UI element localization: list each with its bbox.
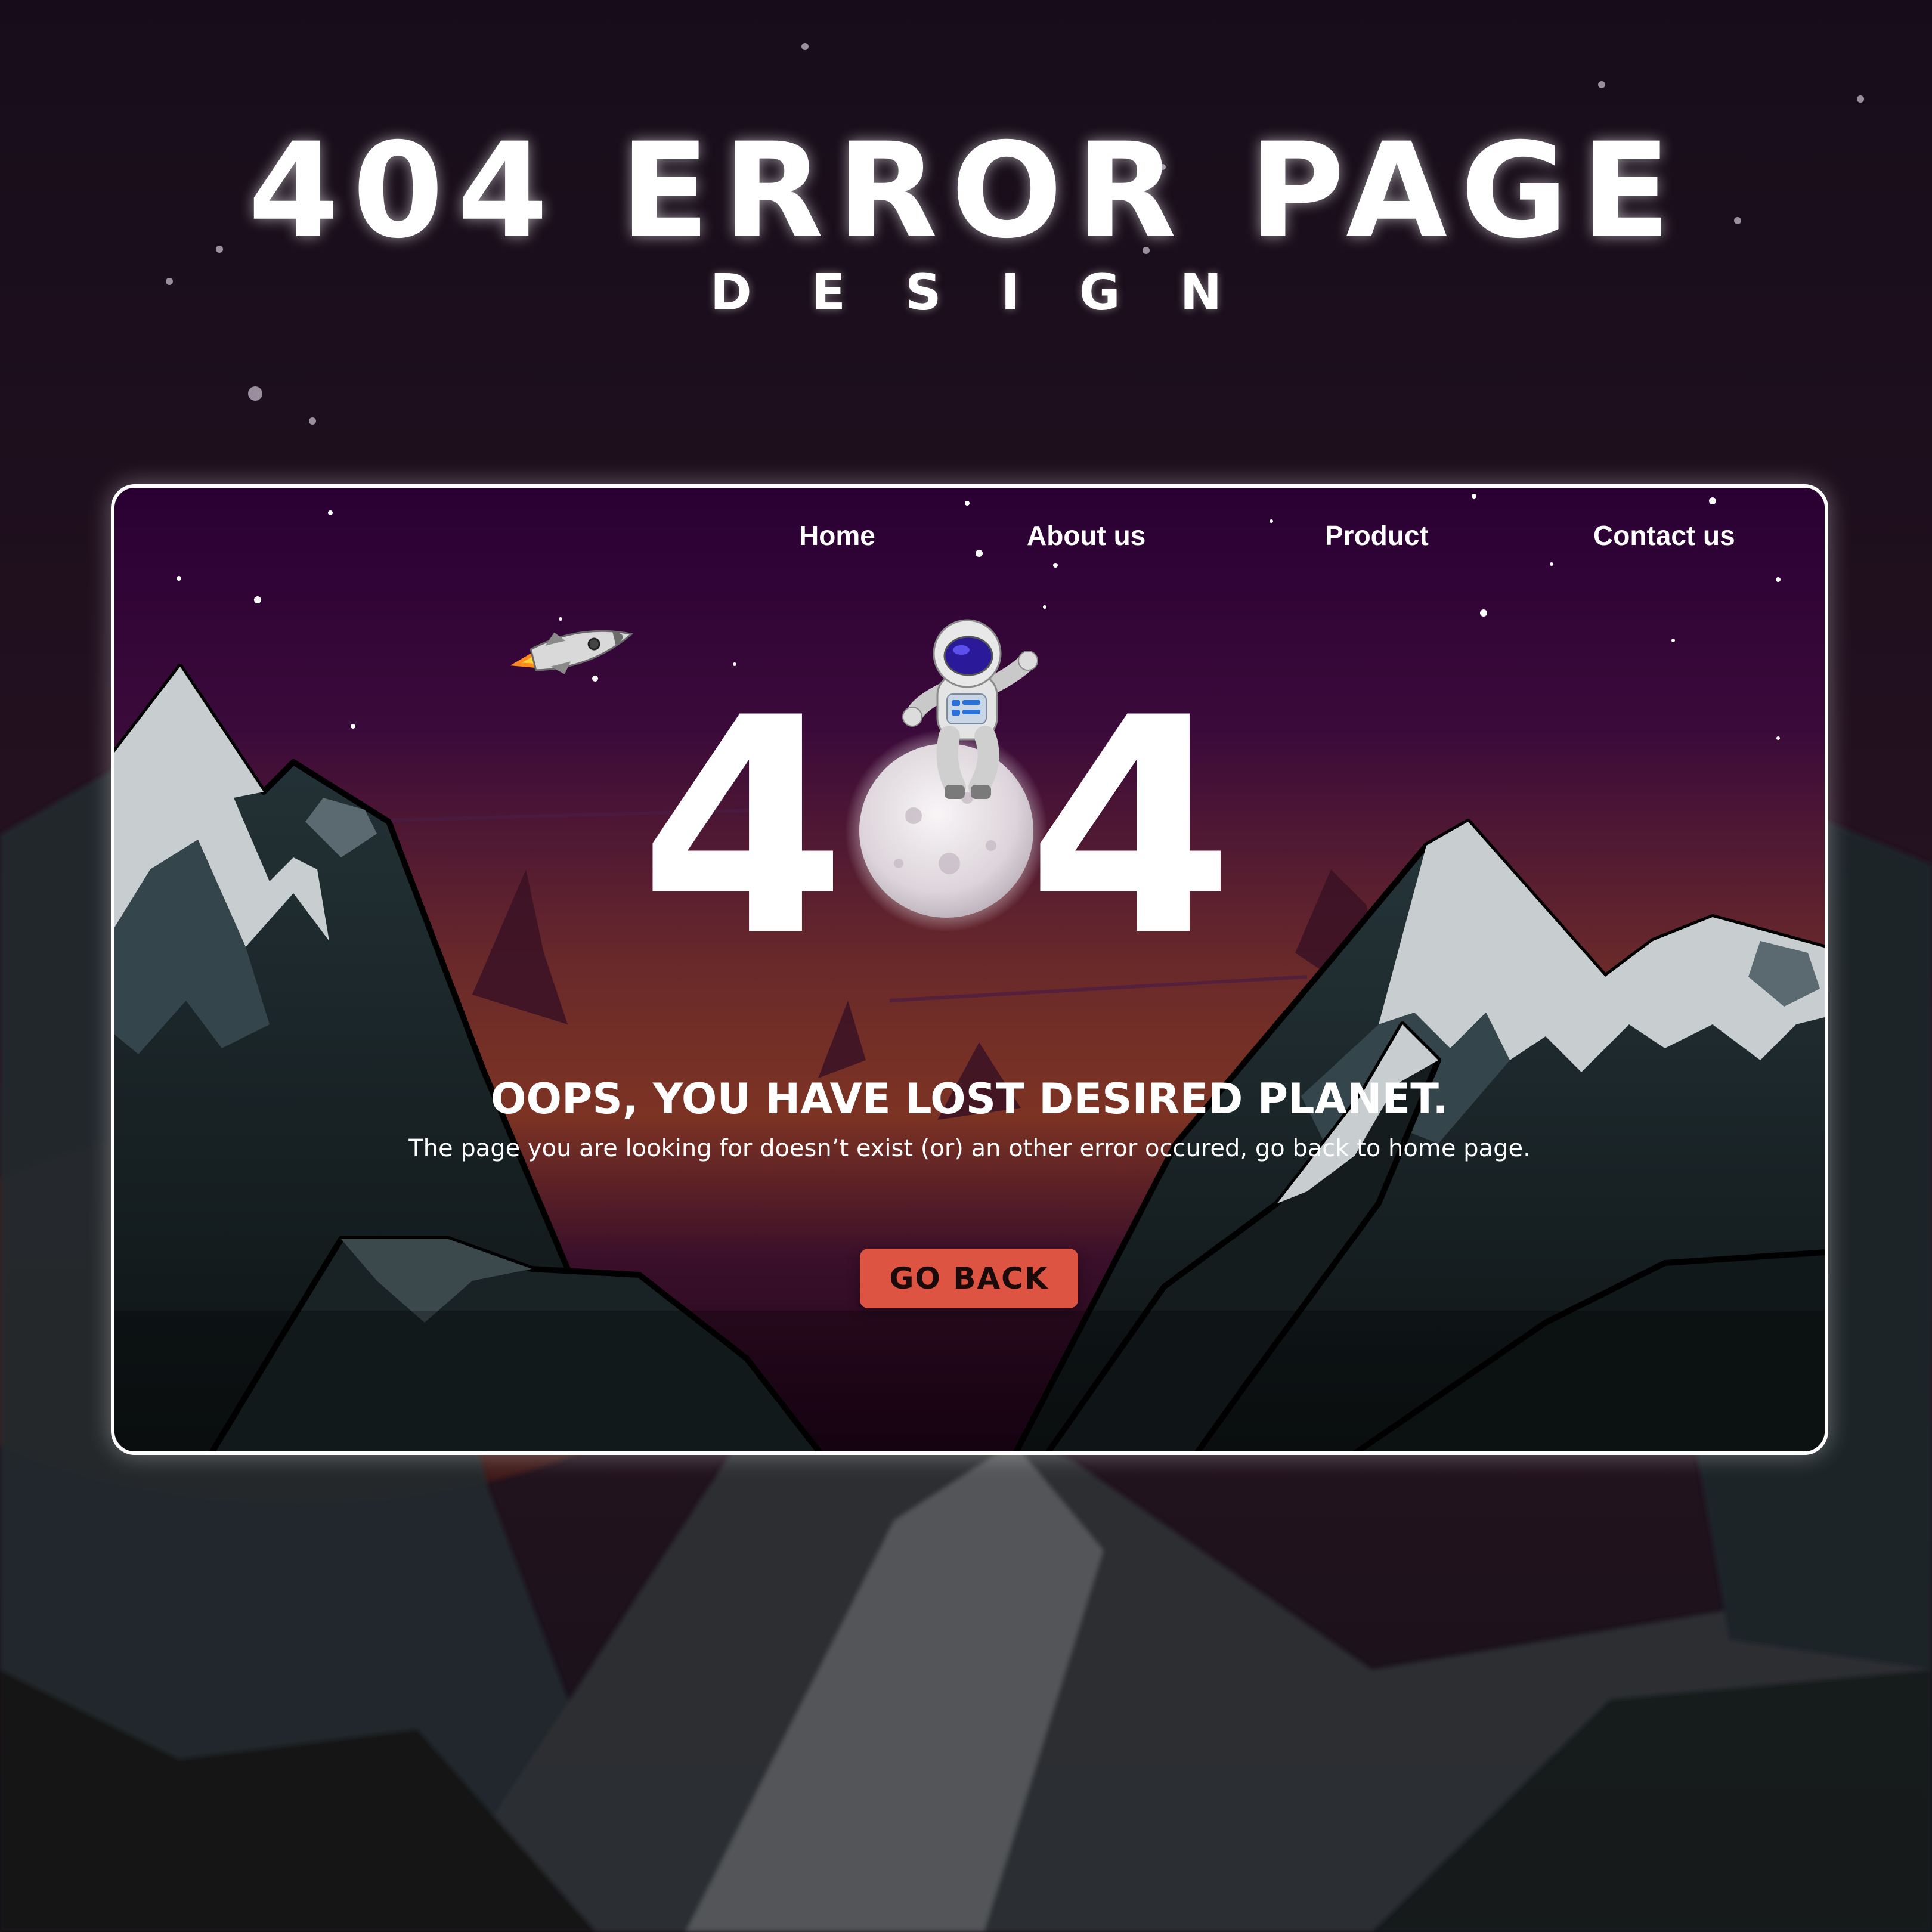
error-page-frame: Home About us Product Contact us 4 4 OOP… <box>111 484 1828 1455</box>
error-headline: OOPS, YOU HAVE LOST DESIRED PLANET. <box>491 1075 1448 1123</box>
go-back-button[interactable]: GO BACK <box>860 1249 1078 1308</box>
nav-home[interactable]: Home <box>799 512 875 559</box>
nav-about-us[interactable]: About us <box>1027 512 1145 559</box>
nav-product[interactable]: Product <box>1325 512 1429 559</box>
artboard: 404 ERROR PAGE DESIGN Home About us Prod… <box>0 0 1932 1932</box>
top-nav: Home About us Product Contact us <box>114 512 1825 559</box>
error-code-last-digit: 4 <box>1027 654 1234 1001</box>
nav-contact-us[interactable]: Contact us <box>1593 512 1735 559</box>
showcase-title: 404 ERROR PAGE <box>247 114 1685 267</box>
showcase-subtitle: DESIGN <box>710 263 1282 321</box>
error-message: The page you are looking for doesn’t exi… <box>408 1135 1531 1162</box>
error-code-first-digit: 4 <box>639 654 847 1001</box>
rocket-icon <box>510 630 634 674</box>
astronaut-icon <box>902 619 1038 799</box>
